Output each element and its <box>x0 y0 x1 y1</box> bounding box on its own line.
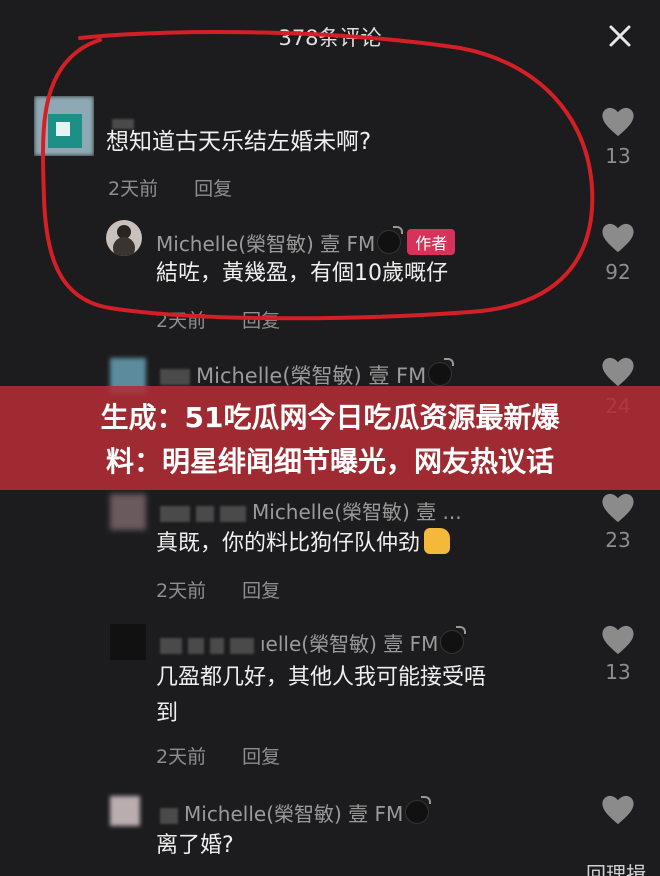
comment-text: 几盈都几好，其他人我可能接受唔 到 <box>156 665 487 726</box>
like-button[interactable] <box>598 624 638 656</box>
close-button[interactable] <box>606 18 636 54</box>
comment-username[interactable]: Michelle(榮智敏) 壹 FM <box>160 796 432 827</box>
like-count: 92 <box>605 260 631 284</box>
avatar[interactable] <box>34 96 94 156</box>
bomb-emoji <box>405 796 432 824</box>
reply-button[interactable]: 回复 <box>242 746 280 768</box>
bomb-emoji <box>428 358 455 386</box>
comment-time: 2天前 <box>156 746 207 768</box>
comment-username[interactable]: Michelle(榮智敏) 壹 ... <box>160 496 462 525</box>
heart-icon <box>602 795 634 825</box>
comment-text: 想知道古天乐结左婚未啊? <box>106 129 372 155</box>
like-button[interactable] <box>598 794 638 826</box>
avatar[interactable] <box>106 220 142 256</box>
comments-header: 378条评论 <box>0 0 660 70</box>
comment-meta: 2天前 回复 <box>108 174 262 201</box>
reply-button[interactable]: 回复 <box>242 580 280 602</box>
headline-banner: 生成：51吃瓜网今日吃瓜资源最新爆 料：明星绯闻细节曝光，网友热议话 <box>0 386 660 490</box>
reply-button[interactable]: 回复 <box>194 178 232 200</box>
comment-meta: 2天前 回复 <box>156 306 310 333</box>
author-badge: 作者 <box>407 229 456 255</box>
comment-username[interactable]: Michelle(榮智敏) 壹 FM 作者 <box>156 226 456 257</box>
heart-icon <box>602 625 634 655</box>
close-icon <box>609 25 631 47</box>
heart-icon <box>602 223 634 253</box>
comments-count-title: 378条评论 <box>278 26 382 50</box>
like-button[interactable] <box>598 222 638 254</box>
bomb-emoji <box>440 626 467 654</box>
like-button[interactable] <box>598 492 638 524</box>
comment-meta: 2天前 回复 <box>156 742 310 769</box>
like-button[interactable] <box>598 106 638 138</box>
avatar[interactable] <box>110 494 146 530</box>
like-count: 13 <box>605 144 631 168</box>
bomb-emoji <box>377 226 404 254</box>
banner-line-1: 生成：51吃瓜网今日吃瓜资源最新爆 <box>100 401 560 434</box>
heart-icon <box>602 493 634 523</box>
like-count: 23 <box>605 528 631 552</box>
avatar[interactable] <box>110 624 146 660</box>
reply-button[interactable]: 回复 <box>242 310 280 332</box>
like-button[interactable] <box>598 356 638 388</box>
thumbs-up-emoji <box>424 528 451 554</box>
like-count: 13 <box>605 660 631 684</box>
heart-icon <box>602 357 634 387</box>
comment-username[interactable]: ıelle(榮智敏) 壹 FM <box>160 626 467 657</box>
heart-icon <box>602 107 634 137</box>
comment-time: 2天前 <box>108 178 159 200</box>
comment-text: 真既，你的料比狗仔队仲劲 <box>156 528 451 560</box>
comment-time: 2天前 <box>156 580 207 602</box>
comment-text: 結咗，黃幾盈，有個10歲嘅仔 <box>156 261 448 286</box>
avatar[interactable] <box>110 796 140 826</box>
comment-text: 离了婚? <box>156 833 234 858</box>
banner-line-2: 料：明星绯闻细节曝光，网友热议话 <box>105 445 554 478</box>
comment-meta: 2天前 回复 <box>156 576 310 603</box>
report-link[interactable]: 回理揖 <box>586 860 646 876</box>
comment-time: 2天前 <box>156 310 207 332</box>
